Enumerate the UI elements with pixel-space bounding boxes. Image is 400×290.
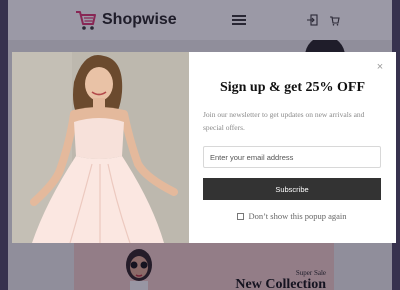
dont-show-label[interactable]: Don’t show this popup again bbox=[248, 211, 346, 221]
popup-model-image bbox=[12, 52, 189, 243]
popup-title: Sign up & get 25% OFF bbox=[219, 80, 366, 95]
subscribe-button[interactable]: Subscribe bbox=[203, 178, 381, 200]
woman-in-dress-photo bbox=[12, 52, 189, 243]
newsletter-popup: × Sign up & get 25% OFF Join our newslet… bbox=[12, 52, 396, 243]
popup-content: × Sign up & get 25% OFF Join our newslet… bbox=[189, 52, 396, 243]
popup-description: Join our newsletter to get updates on ne… bbox=[203, 110, 365, 132]
dont-show-checkbox[interactable] bbox=[237, 212, 245, 220]
email-field[interactable] bbox=[203, 146, 381, 168]
close-icon[interactable]: × bbox=[374, 61, 386, 73]
dont-show-again-toggle[interactable]: Don’t show this popup again bbox=[203, 211, 381, 221]
